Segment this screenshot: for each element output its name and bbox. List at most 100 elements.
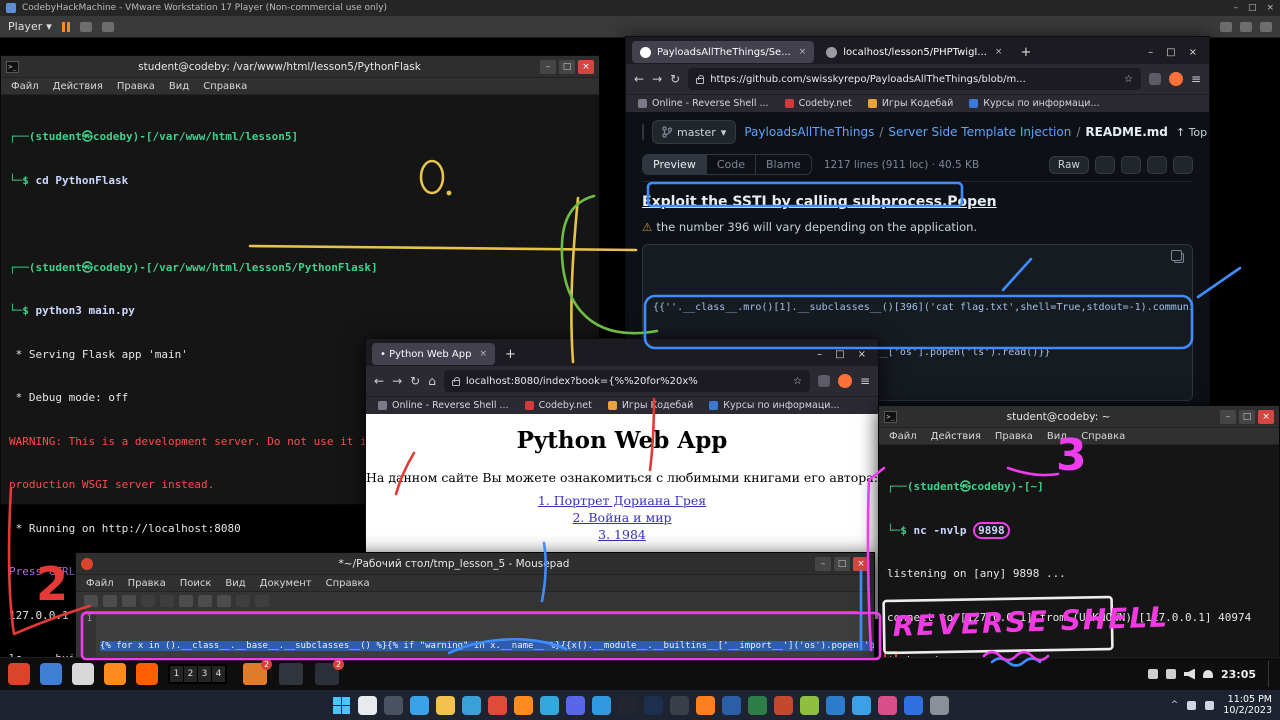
breadcrumb-folder-link[interactable]: Server Side Template Injection: [888, 125, 1071, 139]
terminal-nc-titlebar[interactable]: >_ student@codeby: ~ – □ ×: [879, 406, 1279, 428]
close-icon[interactable]: ×: [1189, 47, 1197, 58]
word-icon[interactable]: [722, 696, 741, 715]
bookmark-item[interactable]: Курсы по информаци...: [709, 400, 839, 411]
workspace-cell[interactable]: 3: [198, 666, 211, 682]
minimize-icon[interactable]: –: [1148, 47, 1153, 58]
close-icon[interactable]: ×: [578, 60, 594, 74]
url-bar[interactable]: localhost:8080/index?book={%%20for%20x% …: [444, 370, 810, 392]
volume-icon[interactable]: [1205, 701, 1214, 710]
replace-icon[interactable]: [255, 595, 269, 607]
menu-icon[interactable]: ≡: [860, 374, 870, 388]
readme-heading-subprocess-popen[interactable]: Exploit the SSTI by calling subprocess.P…: [642, 194, 1193, 210]
notifications-bell-icon[interactable]: [1203, 670, 1213, 678]
tab-code[interactable]: Code: [706, 155, 755, 174]
bookmark-item[interactable]: Online - Reverse Shell ...: [378, 400, 509, 411]
mousepad-window-icon[interactable]: [279, 663, 303, 685]
maximize-icon[interactable]: □: [1166, 47, 1175, 58]
kali-apps-icon[interactable]: [8, 663, 30, 685]
book-link-2[interactable]: 2. Война и мир: [366, 510, 878, 525]
extensions-icon[interactable]: [818, 375, 830, 387]
maximize-icon[interactable]: □: [1239, 410, 1255, 424]
mousepad-titlebar[interactable]: *~/Рабочий стол/tmp_lesson_5 - Mousepad …: [76, 553, 874, 575]
back-to-top-link[interactable]: ↑ Top: [1176, 126, 1207, 139]
new-file-icon[interactable]: [84, 595, 98, 607]
host-clock[interactable]: 11:05 PM 10/2/2023: [1223, 694, 1272, 717]
tab-preview[interactable]: Preview: [643, 155, 706, 174]
book-link-3[interactable]: 3. 1984: [366, 527, 878, 542]
bookmark-item[interactable]: Игры Кодебай: [608, 400, 693, 411]
terminal-window-icon[interactable]: 2: [243, 663, 267, 685]
notepadpp-icon[interactable]: [800, 696, 819, 715]
tab-python-web-app[interactable]: • Python Web App ×: [372, 343, 495, 365]
windows-start-icon[interactable]: [332, 696, 351, 715]
vlc-icon[interactable]: [696, 696, 715, 715]
find-icon[interactable]: [236, 595, 250, 607]
menu-item[interactable]: Правка: [995, 431, 1033, 442]
bookmark-star-icon[interactable]: ☆: [793, 376, 802, 387]
url-bar[interactable]: https://github.com/swisskyrepo/PayloadsA…: [688, 68, 1141, 90]
photos-icon[interactable]: [878, 696, 897, 715]
menu-item[interactable]: Вид: [169, 81, 189, 92]
copy-icon[interactable]: [198, 595, 212, 607]
menu-item[interactable]: Правка: [128, 578, 166, 589]
terminal-icon[interactable]: [618, 696, 637, 715]
excel-icon[interactable]: [748, 696, 767, 715]
menu-item[interactable]: Файл: [889, 431, 917, 442]
vmware-close-icon[interactable]: ×: [1266, 3, 1274, 13]
wifi-icon[interactable]: [1187, 701, 1196, 710]
minimize-icon[interactable]: –: [540, 60, 556, 74]
menu-item[interactable]: Поиск: [180, 578, 212, 589]
download-icon[interactable]: [1121, 156, 1141, 174]
menu-item[interactable]: Действия: [53, 81, 103, 92]
defender-icon[interactable]: [904, 696, 923, 715]
tab-localhost-phptwig[interactable]: localhost/lesson5/PHPTwigI... ×: [818, 41, 1010, 63]
fullscreen-icon[interactable]: [1220, 22, 1232, 32]
bookmark-item[interactable]: Codeby.net: [785, 98, 852, 109]
extensions-icon[interactable]: [1149, 73, 1161, 85]
vmware-maximize-icon[interactable]: □: [1248, 3, 1257, 13]
bookmark-item[interactable]: Курсы по информаци...: [969, 98, 1099, 109]
close-icon[interactable]: ×: [1258, 410, 1274, 424]
discord-icon[interactable]: [566, 696, 585, 715]
telegram-icon[interactable]: [540, 696, 559, 715]
breadcrumb-repo-link[interactable]: PayloadsAllTheThings: [744, 125, 874, 139]
workspace-cell[interactable]: 1: [170, 666, 183, 682]
menu-item[interactable]: Файл: [11, 81, 39, 92]
undo-icon[interactable]: [141, 595, 155, 607]
outline-icon[interactable]: [1173, 156, 1193, 174]
kali-vm-icon[interactable]: [826, 696, 845, 715]
workspace-pager[interactable]: 1234: [168, 664, 227, 684]
tab-blame[interactable]: Blame: [755, 155, 811, 174]
powerpoint-icon[interactable]: [774, 696, 793, 715]
minimize-icon[interactable]: –: [815, 557, 831, 571]
pause-vm-icon[interactable]: [62, 22, 70, 32]
network-tray-icon[interactable]: [1148, 669, 1158, 679]
file-explorer-icon[interactable]: [436, 696, 455, 715]
send-ctrl-alt-del-icon[interactable]: [80, 22, 92, 32]
reload-icon[interactable]: ↻: [410, 374, 420, 388]
tray-overflow-chevron-icon[interactable]: ^: [1171, 700, 1179, 710]
mousepad-editor[interactable]: 1 {% for x in ().__class__.__base__.__su…: [76, 611, 874, 657]
back-icon[interactable]: ←: [374, 374, 384, 388]
open-file-icon[interactable]: [103, 595, 117, 607]
copy-raw-icon[interactable]: [1095, 156, 1115, 174]
bookmark-item[interactable]: Online - Reverse Shell ...: [638, 98, 769, 109]
unity-icon[interactable]: [1240, 22, 1252, 32]
account-avatar[interactable]: [838, 374, 852, 388]
cut-icon[interactable]: [179, 595, 193, 607]
menu-item[interactable]: Правка: [117, 81, 155, 92]
book-link-1[interactable]: 1. Портрет Дориана Грея: [366, 493, 878, 508]
file-tree-toggle-icon[interactable]: [642, 124, 644, 140]
vmware-minimize-icon[interactable]: –: [1233, 3, 1238, 13]
reload-icon[interactable]: ↻: [670, 72, 680, 86]
devices-icon[interactable]: [1260, 22, 1272, 32]
minimize-icon[interactable]: –: [1220, 410, 1236, 424]
volume-icon[interactable]: [1184, 669, 1195, 680]
task-view-icon[interactable]: [384, 696, 403, 715]
file-manager-icon[interactable]: [40, 663, 62, 685]
clipboard-tray-icon[interactable]: [1166, 669, 1176, 679]
snapshot-icon[interactable]: [102, 22, 114, 32]
forward-icon[interactable]: →: [652, 72, 662, 86]
terminal-flask-titlebar[interactable]: >_ student@codeby: /var/www/html/lesson5…: [1, 56, 599, 78]
home-icon[interactable]: ⌂: [428, 374, 436, 388]
